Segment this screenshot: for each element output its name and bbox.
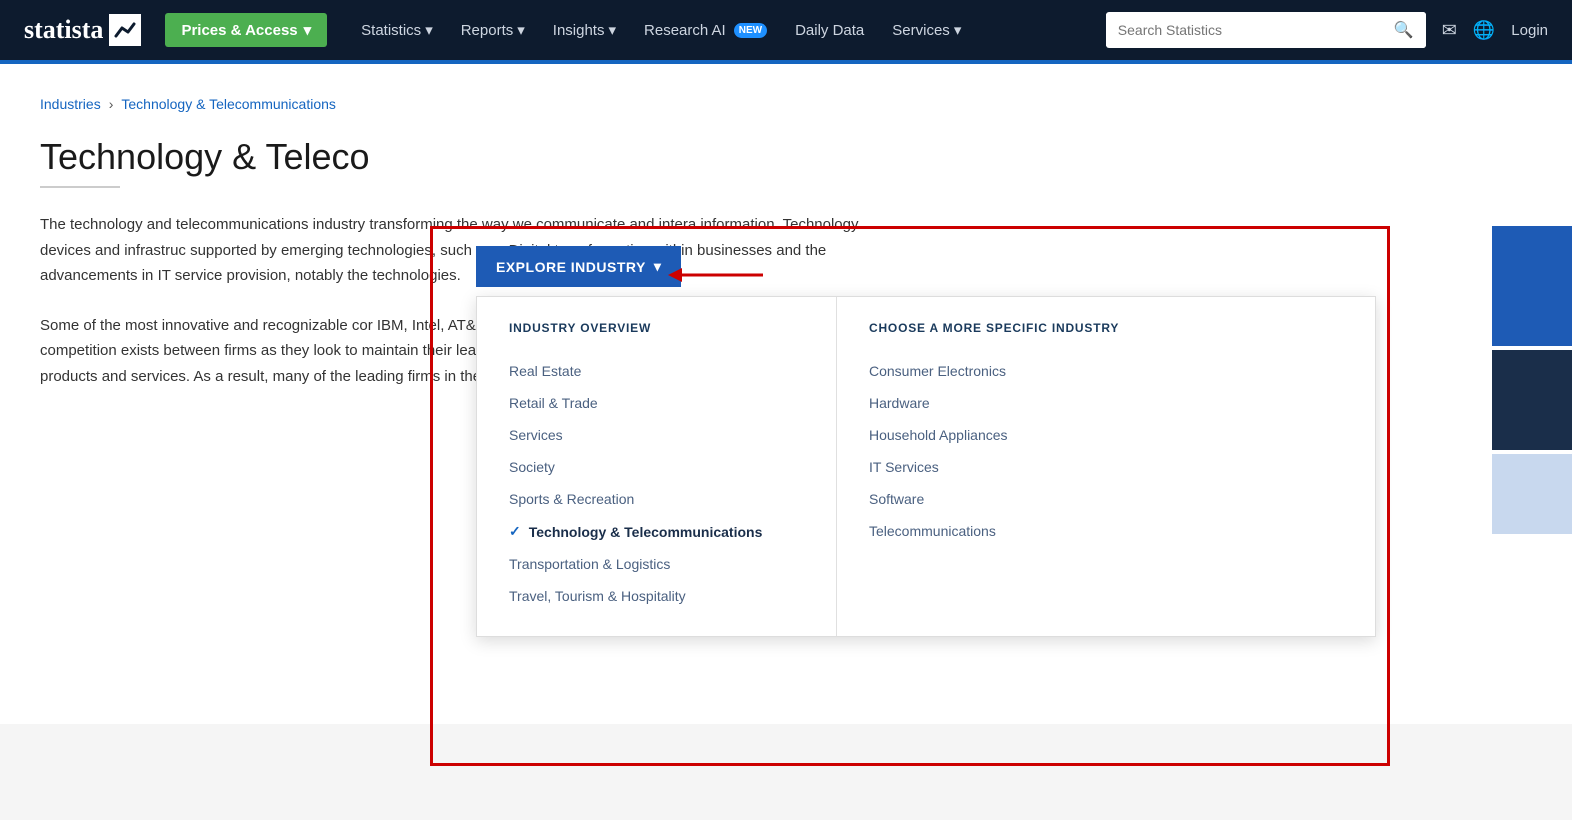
- prices-chevron-icon: ▾: [304, 21, 312, 39]
- industry-label: Retail & Trade: [509, 395, 598, 411]
- industry-label: Transportation & Logistics: [509, 556, 670, 572]
- page-description-1: The technology and telecommunications in…: [40, 212, 880, 289]
- sidebar-block-blue: [1492, 226, 1572, 346]
- industry-label: Society: [509, 459, 555, 475]
- nav-services[interactable]: Services ▾: [878, 0, 975, 60]
- insights-chevron-icon: ▾: [608, 21, 616, 39]
- list-item-active[interactable]: ✓ Technology & Telecommunications: [509, 515, 812, 548]
- logo[interactable]: statista: [24, 14, 141, 46]
- checkmark-icon: ✓: [509, 523, 521, 540]
- list-item[interactable]: Household Appliances: [869, 419, 1343, 451]
- dropdown-right-panel: CHOOSE A MORE SPECIFIC INDUSTRY Consumer…: [837, 297, 1375, 636]
- nav-insights[interactable]: Insights ▾: [539, 0, 630, 60]
- dropdown-left-panel: INDUSTRY OVERVIEW Real Estate Retail & T…: [477, 297, 837, 636]
- page-title: Technology & Teleco: [40, 136, 1532, 178]
- industry-list: Real Estate Retail & Trade Services Soci…: [509, 355, 812, 612]
- prices-access-label: Prices & Access: [181, 22, 297, 39]
- breadcrumb-industries[interactable]: Industries: [40, 96, 101, 112]
- specific-industry-list: Consumer Electronics Hardware Household …: [869, 355, 1343, 547]
- specific-industry-label: Hardware: [869, 395, 930, 411]
- nav-items: Statistics ▾ Reports ▾ Insights ▾ Resear…: [347, 0, 1106, 60]
- breadcrumb: Industries › Technology & Telecommunicat…: [40, 96, 1532, 112]
- industry-label: Services: [509, 427, 563, 443]
- globe-icon[interactable]: 🌐: [1473, 20, 1495, 41]
- specific-industry-label: IT Services: [869, 459, 939, 475]
- specific-industry-title: CHOOSE A MORE SPECIFIC INDUSTRY: [869, 321, 1343, 335]
- main-content: Industries › Technology & Telecommunicat…: [0, 64, 1572, 724]
- breadcrumb-separator: ›: [109, 96, 114, 112]
- explore-industry-label: EXPLORE INDUSTRY: [496, 259, 646, 275]
- search-button[interactable]: 🔍: [1382, 12, 1426, 48]
- specific-industry-label: Household Appliances: [869, 427, 1008, 443]
- list-item[interactable]: Real Estate: [509, 355, 812, 387]
- reports-chevron-icon: ▾: [517, 21, 525, 39]
- logo-text: statista: [24, 15, 103, 45]
- nav-statistics[interactable]: Statistics ▾: [347, 0, 447, 60]
- explore-chevron-icon: ▾: [654, 258, 662, 275]
- industry-label: Sports & Recreation: [509, 491, 634, 507]
- explore-industry-button[interactable]: EXPLORE INDUSTRY ▾: [476, 246, 681, 287]
- list-item[interactable]: IT Services: [869, 451, 1343, 483]
- breadcrumb-current: Technology & Telecommunications: [121, 96, 336, 112]
- nav-research-ai[interactable]: Research AI NEW: [630, 0, 781, 60]
- login-button[interactable]: Login: [1511, 22, 1548, 39]
- specific-industry-label: Consumer Electronics: [869, 363, 1006, 379]
- industry-list-scroll[interactable]: Real Estate Retail & Trade Services Soci…: [509, 355, 812, 612]
- navbar: statista Prices & Access ▾ Statistics ▾ …: [0, 0, 1572, 60]
- list-item[interactable]: Travel, Tourism & Hospitality: [509, 580, 812, 612]
- list-item[interactable]: Society: [509, 451, 812, 483]
- list-item[interactable]: Sports & Recreation: [509, 483, 812, 515]
- services-chevron-icon: ▾: [954, 21, 962, 39]
- industry-label: Travel, Tourism & Hospitality: [509, 588, 686, 604]
- search-box: 🔍: [1106, 12, 1426, 48]
- list-item[interactable]: Services: [509, 419, 812, 451]
- industry-label-active: Technology & Telecommunications: [529, 524, 763, 540]
- explore-dropdown: INDUSTRY OVERVIEW Real Estate Retail & T…: [476, 296, 1376, 637]
- sidebar-blocks: [1492, 226, 1572, 534]
- list-item[interactable]: Consumer Electronics: [869, 355, 1343, 387]
- list-item[interactable]: Retail & Trade: [509, 387, 812, 419]
- industry-label: Real Estate: [509, 363, 581, 379]
- navbar-right: 🔍 ✉ 🌐 Login: [1106, 12, 1548, 48]
- sidebar-block-light: [1492, 454, 1572, 534]
- nav-daily-data[interactable]: Daily Data: [781, 0, 878, 60]
- industry-overview-title: INDUSTRY OVERVIEW: [509, 321, 812, 335]
- nav-reports[interactable]: Reports ▾: [447, 0, 539, 60]
- search-input[interactable]: [1106, 14, 1382, 46]
- specific-industry-label: Software: [869, 491, 924, 507]
- list-item[interactable]: Software: [869, 483, 1343, 515]
- title-underline: [40, 186, 120, 188]
- prices-access-button[interactable]: Prices & Access ▾: [165, 13, 327, 47]
- specific-industry-label: Telecommunications: [869, 523, 996, 539]
- list-item[interactable]: Telecommunications: [869, 515, 1343, 547]
- sidebar-block-dark: [1492, 350, 1572, 450]
- list-item[interactable]: Hardware: [869, 387, 1343, 419]
- logo-icon: [109, 14, 141, 46]
- list-item[interactable]: Transportation & Logistics: [509, 548, 812, 580]
- new-badge: NEW: [734, 23, 767, 38]
- search-icon: 🔍: [1394, 22, 1414, 39]
- mail-icon[interactable]: ✉: [1442, 20, 1457, 41]
- statistics-chevron-icon: ▾: [425, 21, 433, 39]
